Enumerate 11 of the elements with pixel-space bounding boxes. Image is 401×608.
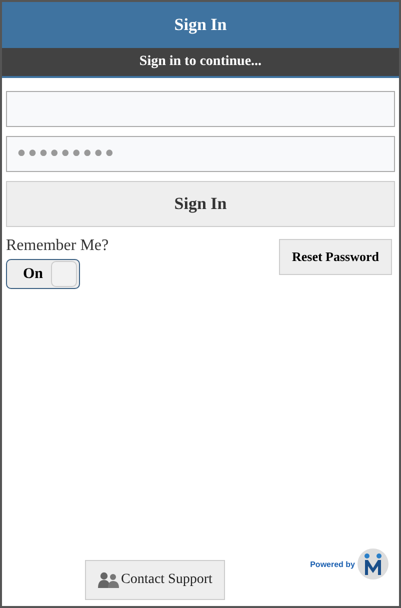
- sign-in-button[interactable]: Sign In: [6, 181, 395, 227]
- remember-toggle[interactable]: On: [6, 259, 80, 289]
- reset-password-button[interactable]: Reset Password: [278, 239, 392, 275]
- subtitle: Sign in to continue...: [139, 54, 262, 70]
- people-icon: [98, 572, 120, 588]
- page-title: Sign In: [174, 15, 227, 35]
- username-field[interactable]: [6, 91, 395, 127]
- logo-icon: [357, 548, 389, 580]
- remember-label: Remember Me?: [6, 237, 109, 255]
- powered-by-text: Powered by: [310, 560, 355, 568]
- contact-support-button[interactable]: Contact Support: [85, 560, 226, 600]
